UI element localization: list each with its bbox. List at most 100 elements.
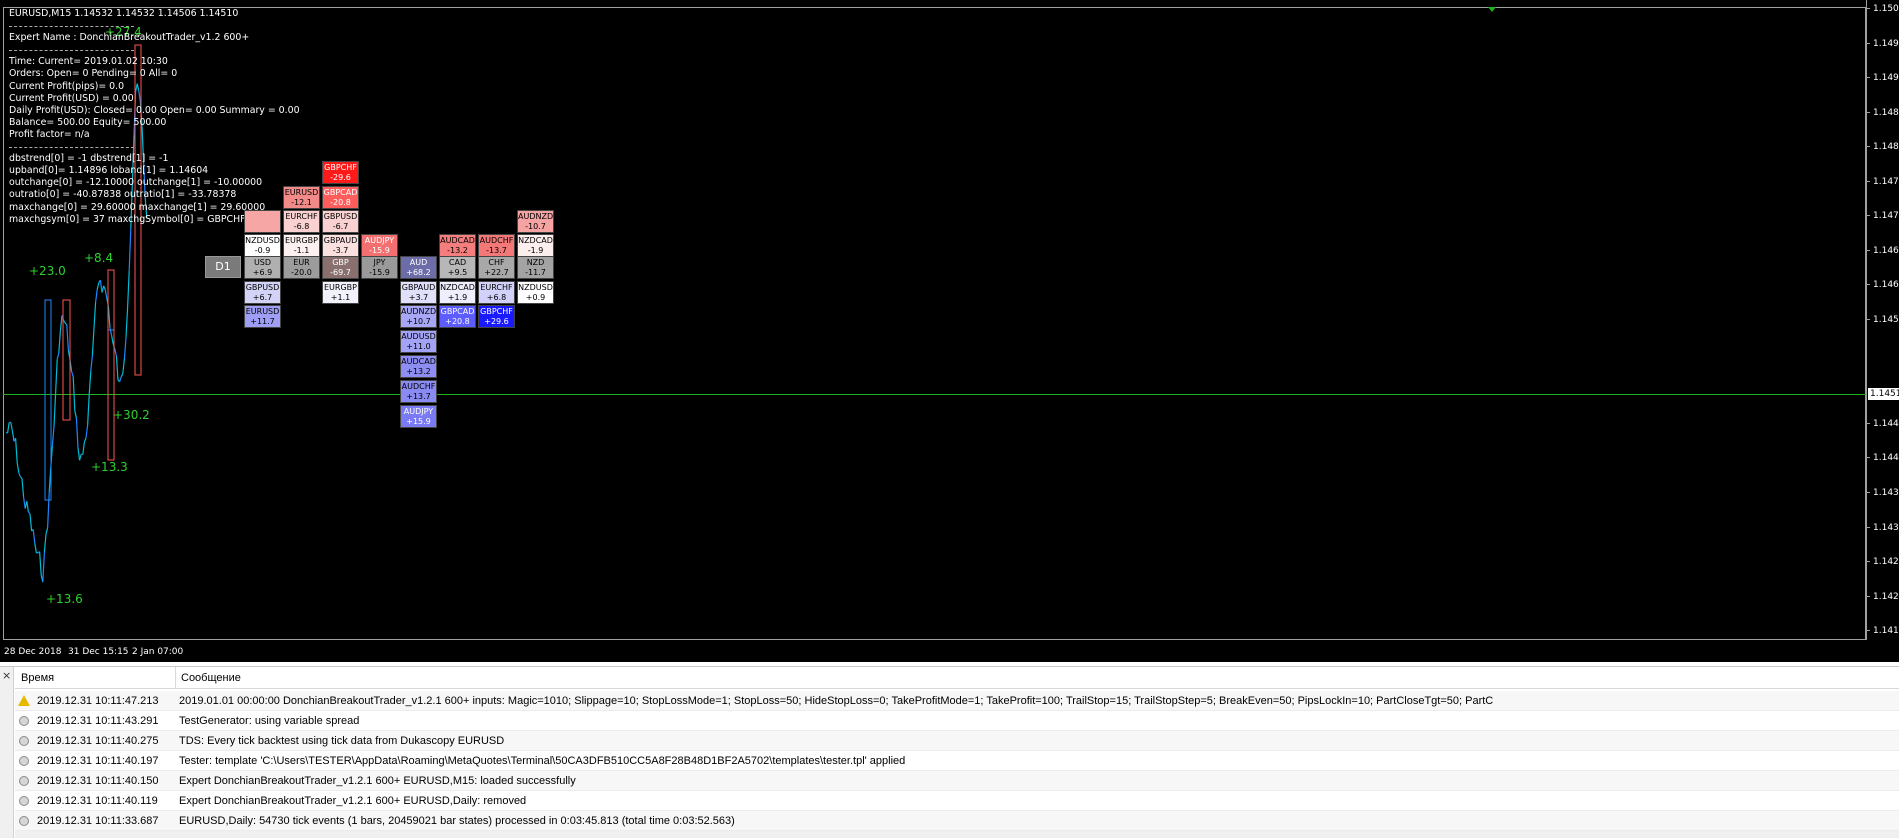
cell-value: -10.7 [525, 222, 546, 231]
heatmap-cell-nzdusd: NZDUSD -0.9 [244, 234, 281, 257]
time-label: 31 Dec 15:15 [68, 647, 129, 657]
heatmap-cell-eurusd-bot: EURUSD +11.7 [244, 305, 281, 328]
heatmap-cell-audusd: AUDUSD +11.0 [400, 330, 437, 353]
heatmap-cell-audnzd-bot: AUDNZD +10.7 [400, 305, 437, 328]
cell-value: -1.1 [293, 246, 310, 255]
cell-symbol: GBP [332, 258, 349, 267]
candle-segment [93, 302, 97, 329]
row-time: 2019.12.31 10:11:43.291 [37, 715, 159, 727]
candle-segment [119, 376, 122, 383]
cell-symbol: GBPAUD [401, 283, 436, 292]
cell-value: +11.0 [406, 342, 431, 351]
heatmap-cell-gbpusd-top: GBPUSD -6.7 [322, 210, 359, 233]
cell-symbol: AUD [409, 258, 428, 267]
candle-segment [128, 228, 132, 271]
time-info: Time: Current= 2019.01.02 10:30 [9, 56, 168, 68]
cell-value: -20.0 [291, 268, 312, 277]
column-header-time[interactable]: Время [21, 672, 54, 684]
row-message: 2019.01.01 00:00:00 DonchianBreakoutTrad… [179, 695, 1494, 707]
cell-symbol: CAD [448, 258, 467, 267]
cell-value: +0.9 [525, 293, 546, 302]
info-icon [19, 736, 29, 746]
candle-segment [79, 454, 82, 461]
candle-segment [72, 376, 76, 411]
candle-segment [64, 322, 68, 326]
cell-value: -15.9 [369, 268, 390, 277]
dbstrend-info: dbstrend[0] = -1 dbstrend[1] = -1 [9, 153, 169, 165]
info-icon [19, 776, 29, 786]
candle-segment [91, 328, 95, 356]
heatmap-cell-audjpy-bot: AUDJPY +15.9 [400, 405, 437, 428]
donchian-box [107, 269, 115, 461]
info-icon [19, 816, 29, 826]
candle-segment [90, 355, 93, 372]
signal-label: +13.6 [46, 592, 83, 606]
candle-segment [66, 324, 69, 351]
cell-value: +29.6 [484, 317, 509, 326]
heatmap-cell-eurgbp-bot: EURGBP +1.1 [322, 281, 359, 304]
row-time: 2019.12.31 10:11:40.119 [37, 795, 158, 807]
horizontal-scrollbar[interactable] [15, 831, 1899, 838]
candle-segment [27, 511, 31, 515]
candle-segment [10, 422, 13, 432]
journal-row[interactable]: 2019.12.31 10:11:40.197 Tester: template … [15, 751, 1899, 771]
candle-segment [43, 533, 47, 553]
column-divider[interactable] [175, 667, 176, 689]
close-icon[interactable]: × [2, 669, 11, 682]
candle-segment [39, 551, 42, 576]
cell-value: -1.9 [527, 246, 544, 255]
cell-value: +6.8 [486, 293, 507, 302]
cell-value: -69.7 [330, 268, 351, 277]
candle-segment [74, 410, 77, 419]
candle-segment [45, 527, 49, 534]
cell-symbol: EUR [293, 258, 310, 267]
candle-segment [87, 394, 90, 426]
row-message: TDS: Every tick backtest using tick data… [179, 735, 505, 747]
cell-symbol: NZDCAD [518, 236, 553, 245]
column-header-message[interactable]: Сообщение [181, 672, 241, 684]
cell-value: +13.2 [406, 367, 431, 376]
journal-row[interactable]: 2019.12.31 10:11:40.150 Expert DonchianBr… [15, 771, 1899, 791]
cell-symbol: AUDUSD [401, 332, 436, 341]
timeframe-button[interactable]: D1 [205, 256, 241, 278]
journal-row[interactable]: 2019.12.31 10:11:40.119 Expert DonchianBr… [15, 791, 1899, 811]
candle-segment [34, 543, 37, 554]
journal-header: Время Сообщение [15, 667, 1899, 689]
heatmap-cell-gbpusd-bot: GBPUSD +6.7 [244, 281, 281, 304]
signal-label: +23.0 [29, 264, 66, 278]
heatmap-cell-nzdcad-bot: NZDCAD +1.9 [439, 281, 476, 304]
journal-row[interactable]: 2019.12.31 10:11:33.687 EURUSD,Daily: 547… [15, 811, 1899, 831]
row-time: 2019.12.31 10:11:40.150 [37, 775, 159, 787]
candle-segment [15, 437, 18, 463]
heatmap-cell-aud: AUD +68.2 [400, 256, 437, 279]
cell-value: +15.9 [406, 417, 431, 426]
profit-pips: Current Profit(pips)= 0.0 [9, 80, 125, 92]
candle-segment [103, 285, 106, 290]
cell-symbol: AUDNZD [401, 307, 437, 316]
candle-segment [95, 289, 98, 303]
cell-value: +6.7 [252, 293, 273, 302]
cell-value: +13.7 [406, 392, 431, 401]
journal-row[interactable]: 2019.12.31 10:11:43.291 TestGenerator: us… [15, 711, 1899, 731]
heatmap-cell-eurgbp-top: EURGBP -1.1 [283, 234, 320, 257]
expert-name: Expert Name : DonchianBreakoutTrader_v1.… [9, 32, 250, 44]
balance-info: Balance= 500.00 Equity= 500.00 [9, 116, 167, 128]
heatmap-cell-audchf-bot: AUDCHF +13.7 [400, 380, 437, 403]
divider [9, 141, 300, 153]
candle-segment [83, 437, 87, 443]
heatmap-cell-usd: USD +6.9 [244, 256, 281, 279]
journal-row[interactable]: 2019.12.31 10:11:47.213 2019.01.01 00:00:… [15, 691, 1899, 711]
row-message: Expert DonchianBreakoutTrader_v1.2.1 600… [179, 775, 576, 787]
candle-segment [11, 430, 15, 442]
candle-segment [18, 472, 21, 478]
candle-segment [107, 306, 111, 329]
candle-segment [56, 352, 60, 360]
candle-segment [104, 289, 108, 299]
journal-row[interactable]: 2019.12.31 10:11:40.275 TDS: Every tick b… [15, 731, 1899, 751]
journal-panel: × Время Сообщение 2019.12.31 10:11:47.21… [0, 666, 1899, 838]
cell-value: +11.7 [250, 317, 275, 326]
price-chart[interactable]: 1.15001.14951.14901.14851.14801.14751.14… [0, 0, 1899, 662]
cell-value: -13.2 [447, 246, 468, 255]
cell-value: -6.8 [293, 222, 310, 231]
heatmap-cell-audcad-bot: AUDCAD +13.2 [400, 355, 437, 378]
